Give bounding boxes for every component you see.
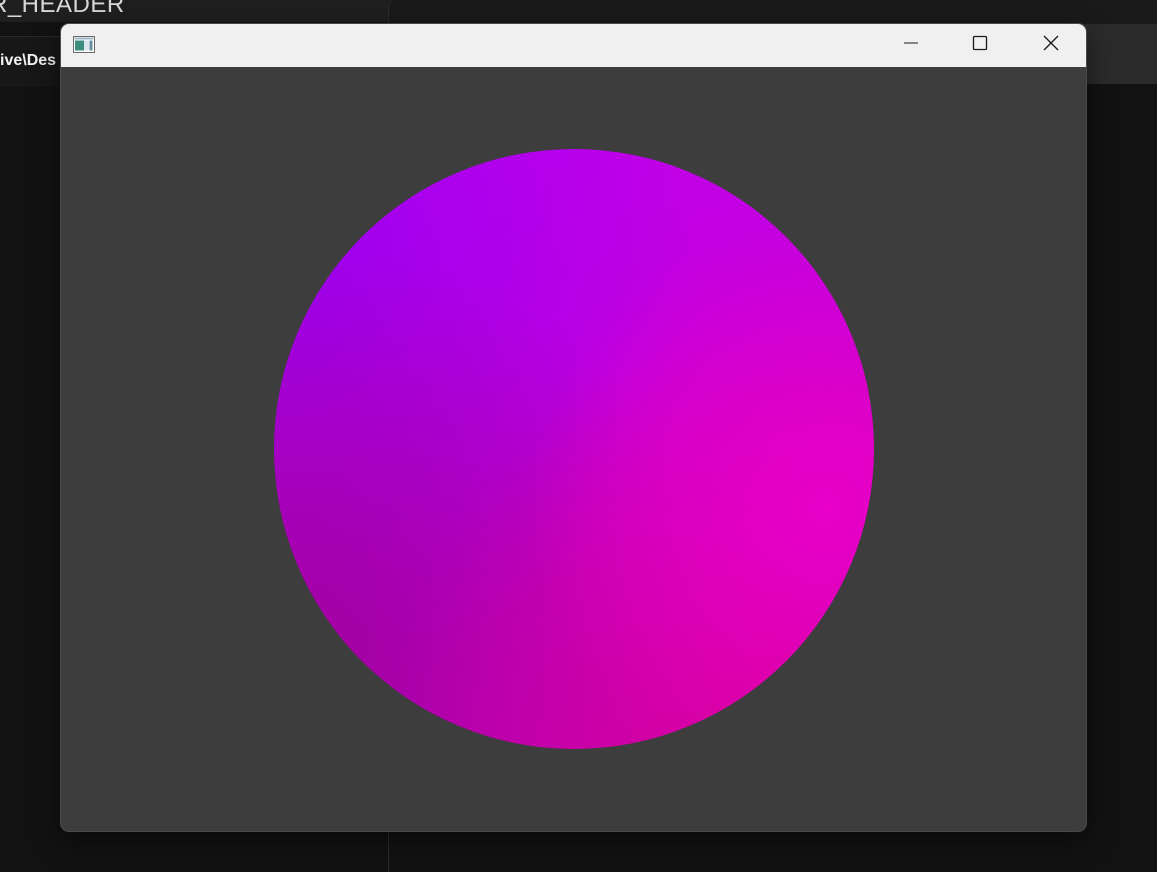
maximize-button[interactable] — [945, 24, 1015, 67]
desktop: R_HEADER ive\Des — [0, 0, 1157, 872]
maximize-icon — [972, 35, 988, 56]
background-header-text: R_HEADER — [0, 0, 125, 18]
close-icon — [1042, 34, 1060, 57]
minimize-icon — [903, 35, 919, 56]
render-canvas[interactable] — [61, 67, 1086, 831]
close-button[interactable] — [1016, 24, 1086, 67]
app-icon[interactable] — [73, 36, 95, 53]
background-editor-titlebar — [389, 0, 1157, 24]
render-window[interactable] — [61, 24, 1086, 831]
background-path-text: ive\Des — [0, 52, 57, 69]
window-titlebar[interactable] — [61, 24, 1086, 67]
minimize-button[interactable] — [876, 24, 946, 67]
gradient-sphere — [274, 149, 874, 749]
